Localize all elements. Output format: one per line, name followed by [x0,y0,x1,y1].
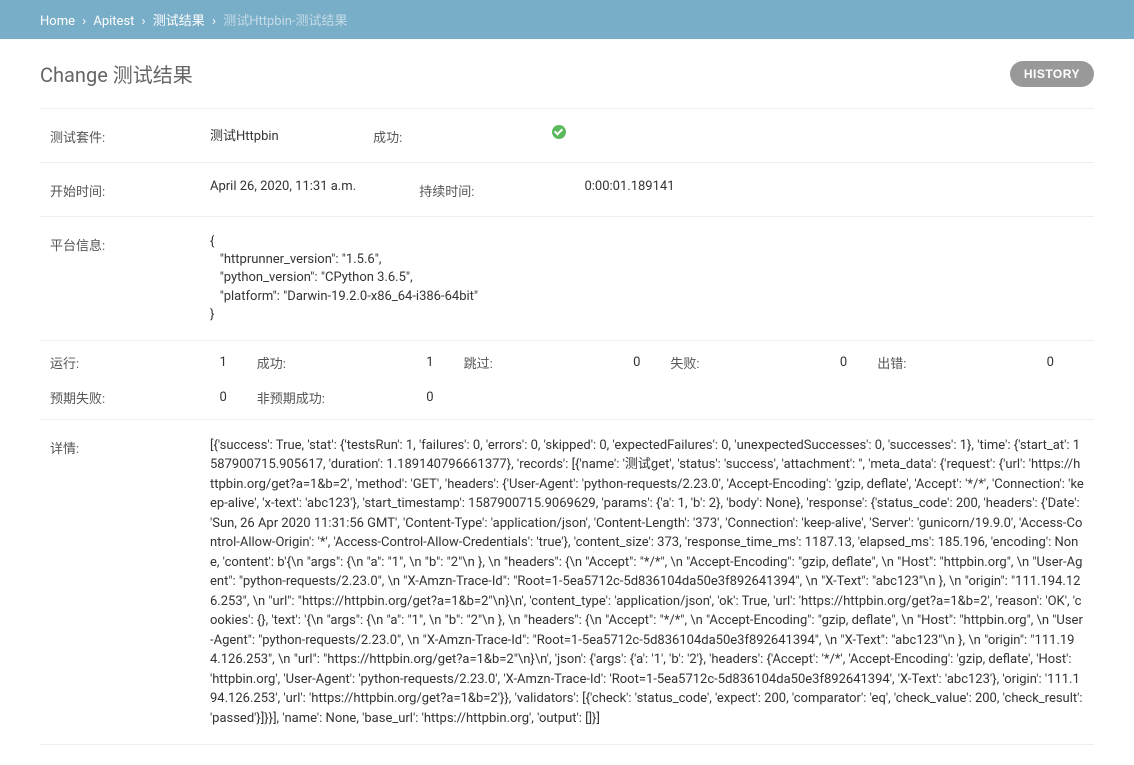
main-content: Change 测试结果 HISTORY 测试套件: 测试Httpbin 成功: … [0,39,1134,765]
label-expfail: 预期失败: [50,388,105,407]
row-stats-2: 预期失败: 0 非预期成功: 0 [40,384,1094,420]
breadcrumb-home[interactable]: Home [40,14,75,29]
row-stats-1: 运行: 1 成功: 1 跳过: 0 失败: 0 出错: 0 [40,341,1094,384]
breadcrumb-results[interactable]: 测试结果 [153,14,205,29]
row-platform: 平台信息: { "httprunner_version": "1.5.6", "… [40,217,1094,341]
label-duration: 持续时间: [419,179,474,200]
history-button[interactable]: HISTORY [1010,61,1094,87]
row-time: 开始时间: April 26, 2020, 11:31 a.m. 持续时间: 0… [40,163,1094,217]
label-run: 运行: [50,353,79,372]
value-duration: 0:00:01.189141 [584,179,1084,194]
form-section: 测试套件: 测试Httpbin 成功: 开始时间: April 26, 2020… [40,108,1094,745]
value-failed: 0 [700,355,878,370]
row-details: 详情: [{'success': True, 'stat': {'testsRu… [40,420,1094,746]
label-ok: 成功: [257,353,286,372]
value-success [552,125,1084,143]
label-success: 成功: [373,125,402,146]
value-details: [{'success': True, 'stat': {'testsRun': … [210,436,1084,729]
label-start-time: 开始时间: [50,179,210,200]
label-skipped: 跳过: [464,353,493,372]
breadcrumb-current: 测试Httpbin-测试结果 [223,14,347,29]
label-unexp-ok: 非预期成功: [257,388,325,407]
success-check-icon [552,125,566,139]
breadcrumb: Home › Apitest › 测试结果 › 测试Httpbin-测试结果 [0,0,1134,39]
value-skipped: 0 [493,355,671,370]
label-details: 详情: [50,436,210,457]
value-error: 0 [906,355,1084,370]
row-suite: 测试套件: 测试Httpbin 成功: [40,109,1094,163]
label-suite: 测试套件: [50,125,210,146]
value-suite: 测试Httpbin [210,125,300,144]
breadcrumb-sep: › [82,14,86,29]
value-run: 1 [79,355,257,370]
value-platform: { "httprunner_version": "1.5.6", "python… [210,233,1084,324]
breadcrumb-sep: › [142,14,146,29]
label-failed: 失败: [670,353,699,372]
label-platform: 平台信息: [50,233,210,254]
value-start-time: April 26, 2020, 11:31 a.m. [210,179,419,194]
label-error: 出错: [877,353,906,372]
breadcrumb-sep: › [212,14,216,29]
value-unexp-ok: 0 [325,390,464,405]
value-ok: 1 [286,355,464,370]
value-expfail: 0 [105,390,257,405]
breadcrumb-apitest[interactable]: Apitest [93,14,134,29]
page-title: Change 测试结果 [40,59,193,88]
